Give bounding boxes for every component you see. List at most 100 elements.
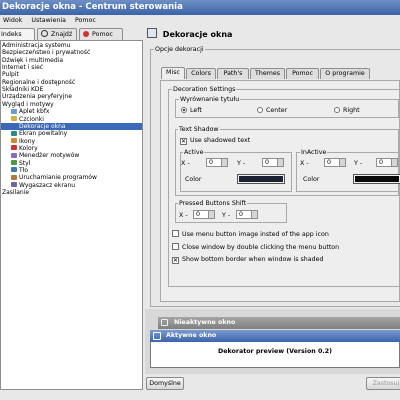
inactive-color-button[interactable] [353, 174, 400, 184]
tab-help[interactable]: Pomoc [79, 28, 123, 40]
preview-caption: Dekorator preview (Version 0.2) [218, 348, 332, 355]
tree-item[interactable]: Ikony [1, 138, 142, 145]
tab-search[interactable]: Znajdź [37, 28, 77, 40]
tab-paths-label: Path's [223, 70, 243, 77]
tree-item[interactable]: Ekran powitalny [1, 130, 142, 137]
tree-item-label: Wygląd i motywy [2, 100, 54, 108]
tab-misc[interactable]: Misc [161, 67, 185, 79]
pressed-x-value: 0 [196, 211, 201, 218]
module-icon [11, 182, 17, 188]
menu-help[interactable]: Pomoc [75, 17, 96, 24]
active-window-titlebar: Aktywne okno [150, 330, 400, 342]
tree-item-label: Czcionki [19, 115, 44, 123]
tree-item[interactable]: Czcionki [1, 116, 142, 123]
module-header: Dekoracje okna [145, 28, 400, 42]
bottom-border-checkbox[interactable]: ✕ Show bottom border when window is shade… [172, 256, 324, 264]
tree-item[interactable]: Uruchamianie programów [1, 174, 142, 181]
radio-indicator [257, 107, 263, 113]
menu-button-image-checkbox[interactable]: Use menu button image insted of the app … [172, 230, 329, 238]
pressed-x-label: X - [179, 212, 188, 219]
pressed-y-spinbox[interactable]: 0 [236, 210, 258, 219]
tree-item[interactable]: Administracja systemu [1, 42, 142, 49]
inactive-y-value: 0 [379, 159, 384, 166]
apply-button-label: Zastosuj [372, 380, 400, 387]
double-click-close-checkbox[interactable]: Close window by double clicking the menu… [172, 243, 339, 251]
inactive-y-label: Y - [354, 160, 363, 167]
tab-misc-label: Misc [166, 69, 180, 76]
align-center-radio[interactable]: Center [257, 107, 287, 114]
tab-colors[interactable]: Colors [186, 68, 216, 79]
tree-item[interactable]: Składniki KDE [1, 86, 142, 93]
tab-pomoc[interactable]: Pomoc [286, 68, 319, 79]
pressed-y-label: Y - [222, 212, 231, 219]
tree-item[interactable]: Regionalne i dostępność [1, 79, 142, 86]
options-group-label: Opcje dekoracji [154, 46, 205, 53]
active-x-value: 0 [209, 159, 214, 166]
defaults-button[interactable]: Domyślne [146, 377, 184, 390]
module-icon [11, 160, 17, 166]
module-icon [11, 130, 17, 136]
align-left-radio[interactable]: Left [181, 107, 202, 114]
window-decoration-icon [147, 28, 157, 38]
tree-item[interactable]: Kolory [1, 145, 142, 152]
settings-tabs: Misc Colors Path's Themes Pomoc O progra… [161, 67, 400, 80]
tree-item[interactable]: Zasilanie [1, 189, 142, 196]
active-x-spinbox[interactable]: 0 [206, 158, 228, 167]
tree-item[interactable]: Dźwięk i multimedia [1, 57, 142, 64]
tree-item[interactable]: Aplet kbfx [1, 108, 142, 115]
inactive-x-spinbox[interactable]: 0 [324, 158, 346, 167]
menu-settings[interactable]: Ustawienia [31, 17, 66, 24]
tab-paths[interactable]: Path's [217, 68, 249, 79]
tab-themes[interactable]: Themes [250, 68, 285, 79]
search-icon [41, 30, 48, 37]
tree-item-label: Ikony [19, 137, 36, 145]
align-right-radio[interactable]: Right [334, 107, 360, 114]
tree-item-label: Styl [19, 159, 31, 167]
tree-item[interactable]: Pulpit [1, 71, 142, 78]
tree-item-label: Pulpit [2, 71, 19, 79]
sidebar-tabs: Indeks Znajdź Pomoc [0, 28, 142, 40]
tree-item[interactable]: Internet i sieć [1, 64, 142, 71]
active-x-label: X - [181, 160, 190, 167]
tree-item-label: Uruchamianie programów [19, 174, 97, 182]
module-icon [11, 152, 17, 158]
module-tree[interactable]: Administracja systemu Bezpieczeństwo i pr… [0, 40, 143, 390]
pressed-shift-label: Pressed Buttons Shift [178, 200, 248, 207]
tree-item-label: Ekran powitalny [19, 130, 68, 138]
tree-item-label: Aplet kbfx [19, 108, 50, 116]
tree-item[interactable]: Bezpieczeństwo i prywatność [1, 49, 142, 56]
tree-item-label: Dekoracje okna [19, 122, 66, 130]
active-window-title: Aktywne okno [166, 332, 217, 339]
menubar: Widok Ustawienia Pomoc [0, 15, 400, 27]
tree-item[interactable]: Styl [1, 160, 142, 167]
module-icon [11, 138, 17, 144]
use-shadowed-checkbox[interactable]: ✕ Use shadowed text [180, 137, 250, 145]
tree-item-label: Internet i sieć [2, 64, 44, 72]
help-icon [83, 31, 89, 37]
title-alignment-label: Wyrównanie tytułu [179, 96, 241, 103]
pressed-x-spinbox[interactable]: 0 [193, 210, 215, 219]
tree-item-label: Bezpieczeństwo i prywatność [2, 49, 91, 57]
tree-item[interactable]: Dekoracje okna [1, 122, 142, 131]
tree-item[interactable]: Urządzenia peryferyjne [1, 93, 142, 100]
tab-about[interactable]: O programie [320, 68, 370, 79]
tab-colors-label: Colors [191, 70, 211, 77]
inactive-x-label: X - [300, 160, 309, 167]
menu-view[interactable]: Widok [3, 17, 22, 24]
active-y-spinbox[interactable]: 0 [262, 158, 284, 167]
inactive-menu-icon [161, 319, 168, 326]
window-titlebar[interactable]: Dekoracje okna - Centrum sterowania [0, 0, 400, 15]
active-color-button[interactable] [237, 174, 285, 184]
decoration-settings-label: Decoration Settings [172, 86, 237, 93]
tree-item[interactable]: Wygląd i motywy [1, 101, 142, 108]
tab-index[interactable]: Indeks [0, 28, 35, 40]
text-shadow-label: Text Shadow [178, 126, 220, 133]
tree-item[interactable]: Menedżer motywów [1, 152, 142, 159]
inactive-y-spinbox[interactable]: 0 [376, 158, 398, 167]
tree-item[interactable]: Tło [1, 167, 142, 174]
tree-item[interactable]: Wygaszacz ekranu [1, 182, 142, 189]
tab-index-label: Indeks [1, 31, 22, 38]
align-center-label: Center [266, 107, 288, 114]
active-color-swatch [239, 176, 283, 182]
apply-button[interactable]: Zastosuj [366, 377, 400, 390]
